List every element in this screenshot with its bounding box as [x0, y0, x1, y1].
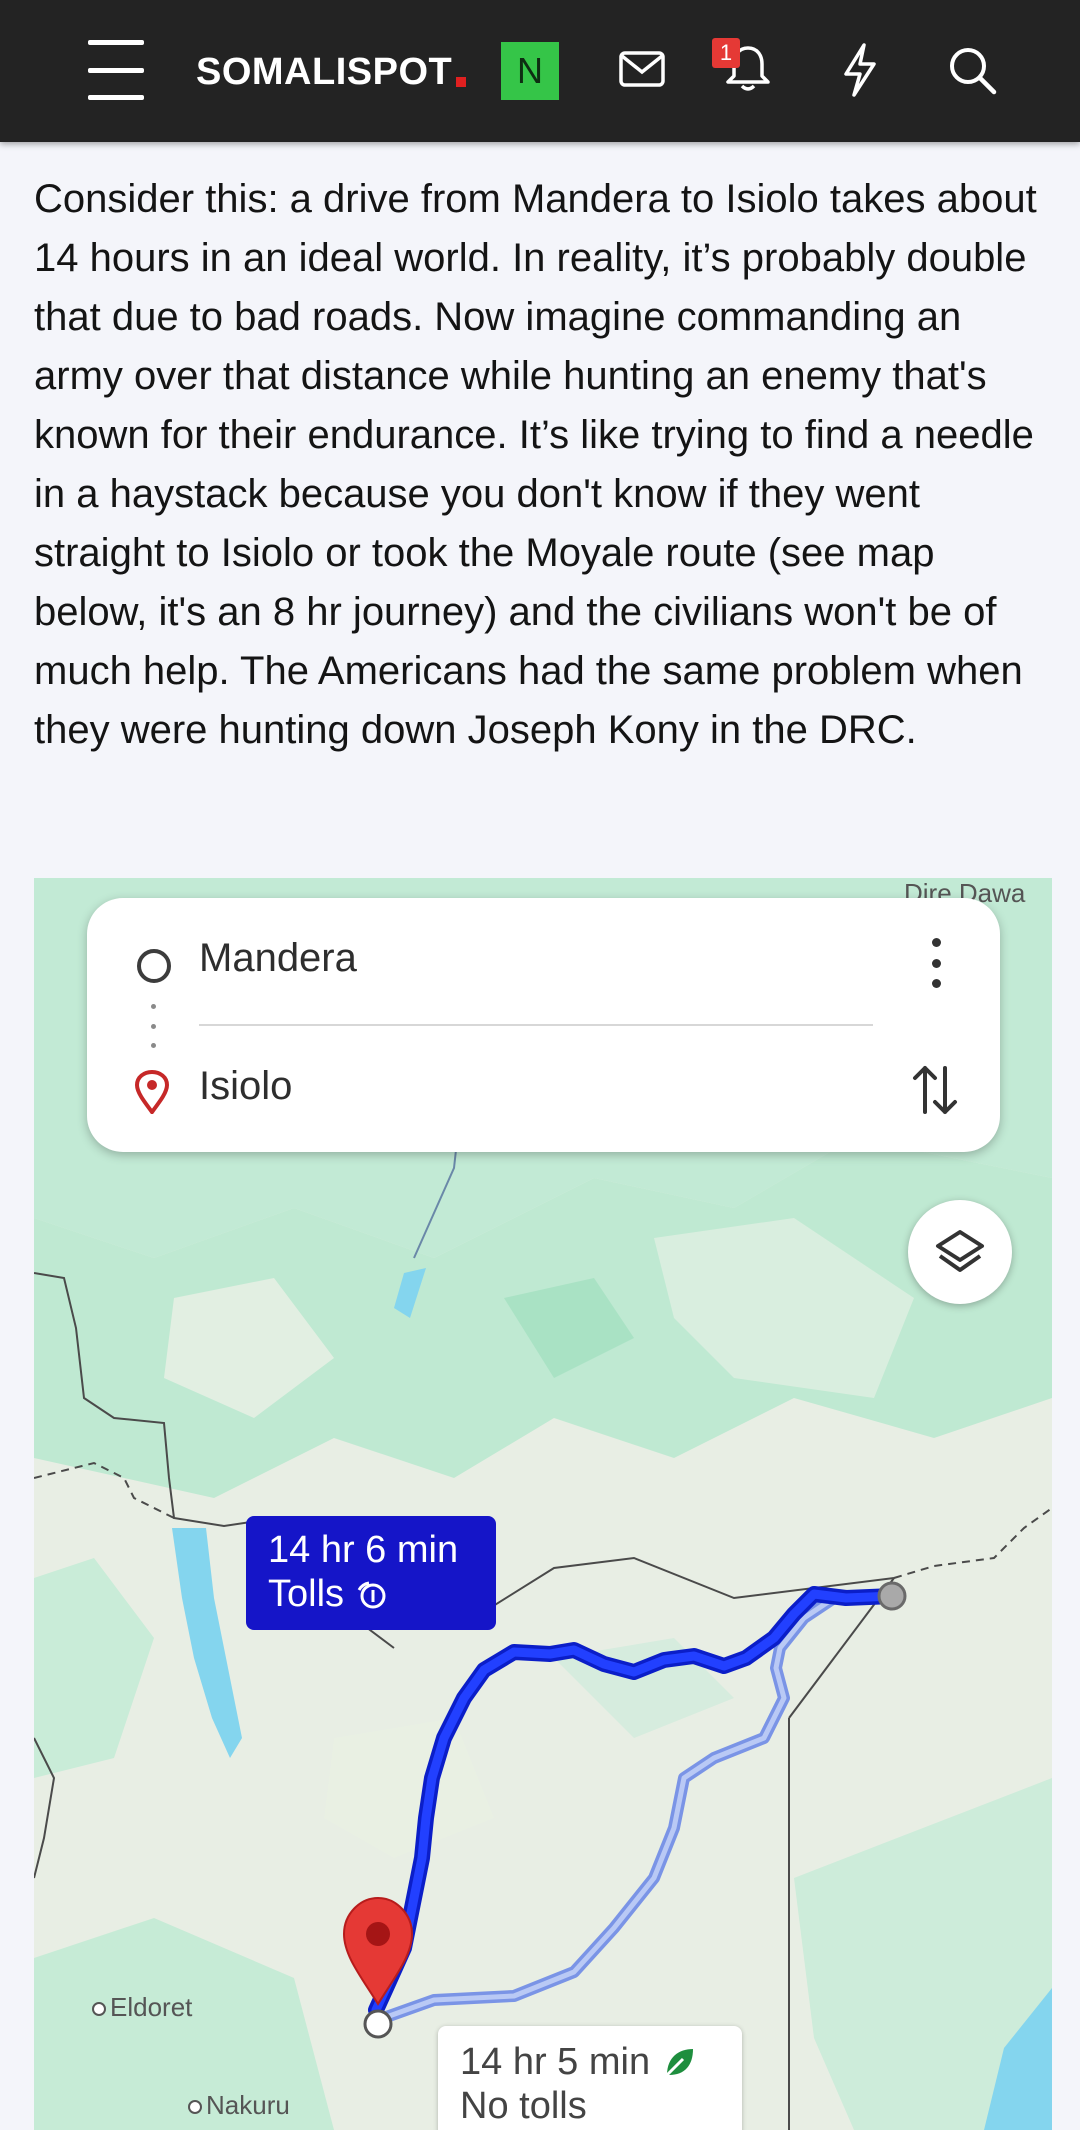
place-label-eldoret: Eldoret [92, 1992, 192, 2023]
more-options-icon[interactable] [929, 938, 943, 988]
badge-letter: N [517, 50, 543, 91]
route-note: Tolls [268, 1573, 345, 1615]
swap-directions-icon[interactable] [909, 1060, 961, 1120]
site-logo-text: SOMALISPOT [196, 50, 453, 93]
route-note-line: Tolls [268, 1572, 496, 1616]
top-navigation-bar: SOMALISPOT N 1 [0, 0, 1080, 142]
mail-icon[interactable] [618, 46, 666, 94]
new-posts-badge[interactable]: N [501, 42, 559, 100]
route-dots-icon [149, 1004, 157, 1048]
search-icon[interactable] [946, 44, 998, 96]
route-map-image: Dire Dawa Eldoret Nakuru Mandera Isiolo … [34, 878, 1052, 2130]
destination-pin-icon [134, 1070, 170, 1114]
place-dot [92, 2002, 106, 2017]
site-logo[interactable]: SOMALISPOT [196, 44, 467, 100]
bolt-icon[interactable] [840, 42, 880, 98]
eco-leaf-icon [665, 2049, 693, 2077]
place-label-nakuru: Nakuru [188, 2090, 290, 2121]
route-time: 14 hr 5 min [460, 2041, 651, 2083]
logo-dot [456, 77, 467, 87]
origin-input[interactable]: Mandera [199, 936, 357, 981]
place-name: Nakuru [206, 2090, 290, 2120]
map-layers-button[interactable] [908, 1200, 1012, 1304]
route-note: No tolls [460, 2085, 587, 2127]
route-time: 14 hr 6 min [268, 1529, 459, 1571]
post-body-text: Consider this: a drive from Mandera to I… [34, 177, 1037, 752]
menu-icon[interactable] [82, 40, 150, 100]
notification-count-badge: 1 [712, 38, 740, 68]
route-label-no-tolls[interactable]: 14 hr 5 min No tolls [438, 2026, 742, 2130]
place-dot [188, 2100, 202, 2115]
field-divider [199, 1024, 873, 1026]
toll-icon [357, 1581, 386, 1609]
route-label-tolls[interactable]: 14 hr 6 min Tolls [246, 1516, 496, 1630]
route-time-line: 14 hr 5 min [460, 2040, 742, 2084]
destination-input[interactable]: Isiolo [199, 1064, 292, 1109]
origin-circle-icon [137, 949, 171, 983]
layers-icon [936, 1230, 984, 1272]
directions-card: Mandera Isiolo [87, 898, 1000, 1152]
place-name: Eldoret [110, 1992, 193, 2022]
